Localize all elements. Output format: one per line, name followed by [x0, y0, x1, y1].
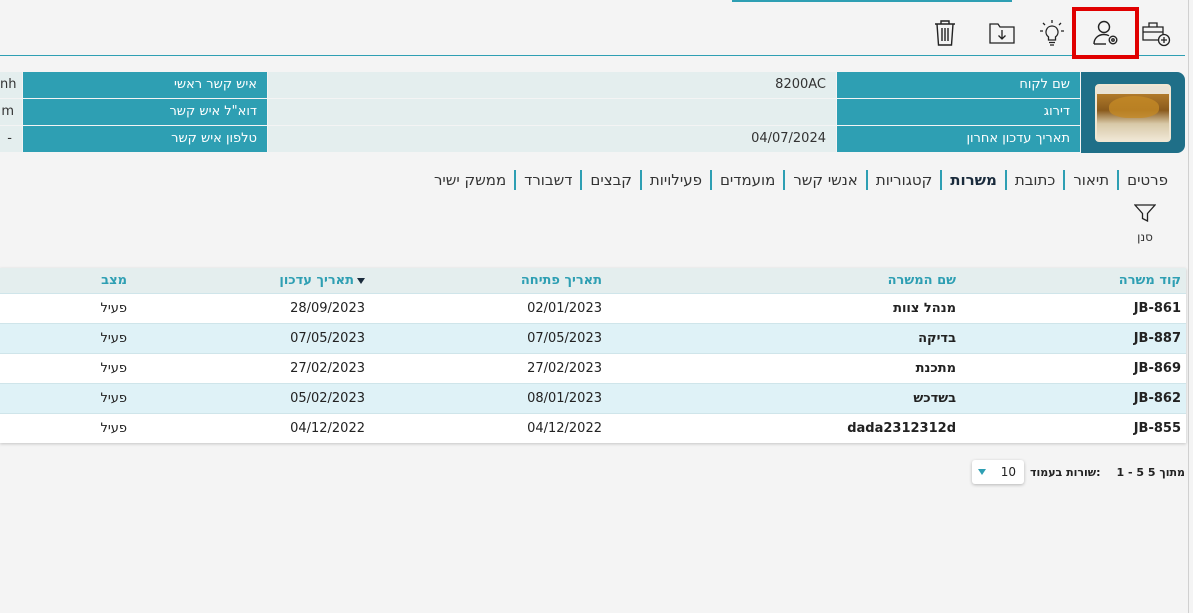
contact-email-value: m — [0, 99, 22, 125]
folder-download-icon — [989, 23, 1015, 44]
rows-per-page-label: שורות בעמוד: — [1030, 465, 1101, 479]
lightbulb-icon — [1040, 20, 1064, 46]
tab-bar: פרטים תיאור כתובת משרות קטגוריות אנשי קש… — [426, 170, 1176, 190]
tab-address[interactable]: כתובת — [1004, 170, 1063, 190]
customer-thumbnail — [1081, 72, 1185, 153]
cell-job-name: dada2312312d — [847, 421, 956, 436]
cell-job-code: JB-869 — [1133, 361, 1181, 376]
pagination-range: 1 - 5 מתוך 5 — [1116, 465, 1185, 479]
table-row[interactable]: JB-869 מתכנת 27/02/2023 27/02/2023 פעיל — [0, 353, 1186, 383]
tab-dashboard[interactable]: דשבורד — [514, 170, 580, 190]
cell-job-name: מנהל צוות — [893, 301, 956, 316]
header-open-date[interactable]: תאריך פתיחה — [521, 268, 602, 293]
table-row[interactable]: JB-855 dada2312312d 04/12/2022 04/12/202… — [0, 413, 1186, 443]
filter-label: סנן — [1137, 230, 1153, 244]
header-update-date-label: תאריך עדכון — [279, 273, 354, 288]
cell-status: פעיל — [100, 301, 127, 316]
jobs-table: קוד משרה שם המשרה תאריך פתיחה תאריך עדכו… — [0, 268, 1186, 443]
tab-contacts[interactable]: אנשי קשר — [783, 170, 866, 190]
tab-activities[interactable]: פעילויות — [639, 170, 710, 190]
add-job-button[interactable] — [1139, 16, 1173, 50]
cell-job-code: JB-861 — [1133, 301, 1181, 316]
tab-jobs[interactable]: משרות — [940, 170, 1005, 190]
header-update-date[interactable]: תאריך עדכון — [279, 268, 365, 293]
cell-job-code: JB-862 — [1133, 391, 1181, 406]
sort-down-icon — [357, 277, 365, 284]
export-folder-button[interactable] — [985, 16, 1019, 50]
cell-update-date: 04/12/2022 — [290, 421, 365, 436]
filter-icon — [1133, 204, 1157, 223]
customer-name-value: 8200AC — [268, 72, 836, 98]
cell-status: פעיל — [100, 391, 127, 406]
cell-update-date: 27/02/2023 — [290, 361, 365, 376]
contact-phone-label: טלפון איש קשר — [23, 126, 267, 152]
pagination: 1 - 5 מתוך 5 שורות בעמוד: 10 — [972, 460, 1185, 484]
cell-status: פעיל — [100, 421, 127, 436]
tab-files[interactable]: קבצים — [580, 170, 640, 190]
main-contact-value: nh — [0, 72, 22, 98]
tab-direct-interface[interactable]: ממשק ישיר — [426, 170, 514, 190]
trash-icon — [935, 20, 955, 46]
cell-job-code: JB-887 — [1133, 331, 1181, 346]
top-accent-line — [732, 0, 1012, 2]
cell-update-date: 28/09/2023 — [290, 301, 365, 316]
main-contact-label: איש קשר ראשי — [23, 72, 267, 98]
cell-open-date: 08/01/2023 — [527, 391, 602, 406]
table-header: קוד משרה שם המשרה תאריך פתיחה תאריך עדכו… — [0, 268, 1186, 293]
dropdown-arrow-icon — [978, 469, 987, 475]
rating-value — [268, 99, 836, 125]
highlight-box — [1072, 7, 1139, 59]
cell-job-code: JB-855 — [1133, 421, 1181, 436]
tab-candidates[interactable]: מועמדים — [709, 170, 783, 190]
table-row[interactable]: JB-862 בשדכש 08/01/2023 05/02/2023 פעיל — [0, 383, 1186, 413]
last-update-label: תאריך עדכון אחרון — [837, 126, 1080, 152]
cell-update-date: 07/05/2023 — [290, 331, 365, 346]
filter-button[interactable]: סנן — [1128, 204, 1162, 244]
header-job-code[interactable]: קוד משרה — [1119, 268, 1181, 293]
panel-border — [1188, 0, 1189, 613]
cell-open-date: 04/12/2022 — [527, 421, 602, 436]
delete-button[interactable] — [928, 16, 962, 50]
table-row[interactable]: JB-887 בדיקה 07/05/2023 07/05/2023 פעיל — [0, 323, 1186, 353]
cell-open-date: 02/01/2023 — [527, 301, 602, 316]
tab-description[interactable]: תיאור — [1063, 170, 1117, 190]
cell-open-date: 27/02/2023 — [527, 361, 602, 376]
rating-label: דירוג — [837, 99, 1080, 125]
cell-update-date: 05/02/2023 — [290, 391, 365, 406]
customer-image — [1095, 83, 1171, 142]
cell-job-name: בשדכש — [913, 391, 956, 406]
tab-details[interactable]: פרטים — [1117, 170, 1176, 190]
header-status[interactable]: מצב — [101, 268, 127, 293]
cell-job-name: בדיקה — [918, 331, 956, 346]
table-row[interactable]: JB-861 מנהל צוות 02/01/2023 28/09/2023 פ… — [0, 293, 1186, 323]
cell-open-date: 07/05/2023 — [527, 331, 602, 346]
contact-email-label: דוא"ל איש קשר — [23, 99, 267, 125]
contact-phone-value: - — [0, 126, 22, 152]
rows-per-page-select[interactable]: 10 — [972, 460, 1025, 484]
briefcase-add-icon — [1142, 22, 1171, 47]
cell-job-name: מתכנת — [915, 361, 956, 376]
cell-status: פעיל — [100, 361, 127, 376]
toolbar-divider — [0, 55, 1185, 56]
customer-name-label: שם לקוח — [837, 72, 1080, 98]
tab-categories[interactable]: קטגוריות — [865, 170, 940, 190]
rows-per-page-value: 10 — [1000, 465, 1017, 479]
cell-status: פעיל — [100, 331, 127, 346]
header-job-name[interactable]: שם המשרה — [888, 268, 956, 293]
idea-button[interactable] — [1035, 16, 1069, 50]
last-update-value: 04/07/2024 — [268, 126, 836, 152]
